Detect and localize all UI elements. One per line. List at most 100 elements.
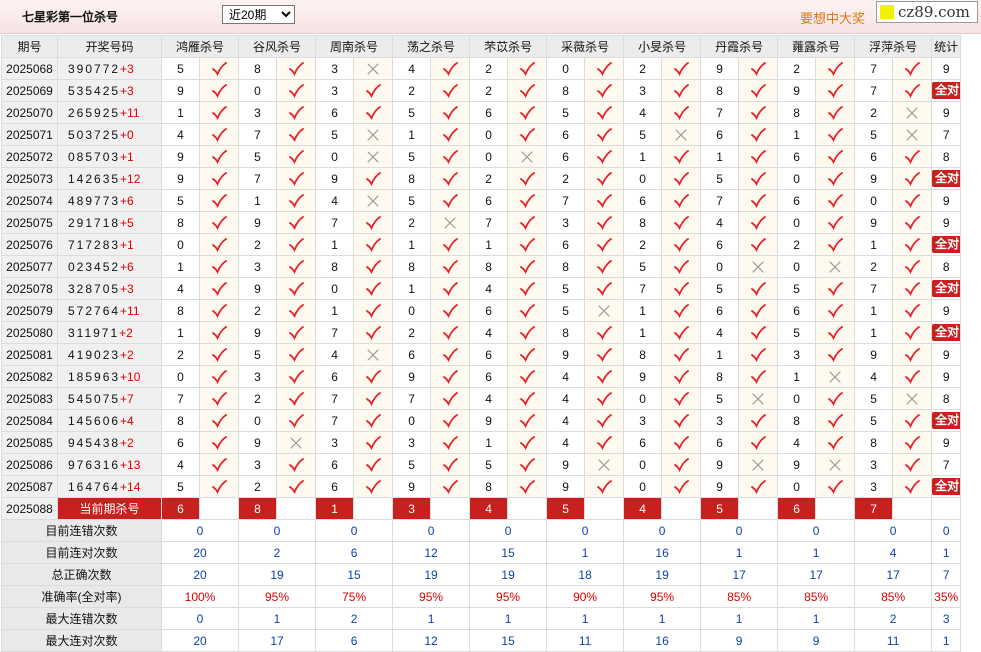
check-icon: [212, 281, 227, 296]
kill-value-cell: 8: [392, 167, 432, 190]
stat-value: 8: [942, 149, 950, 164]
summary-value: 19: [469, 563, 548, 586]
result-mark-cell: [738, 409, 779, 432]
result-mark-cell: [661, 365, 702, 388]
check-icon: [905, 171, 921, 186]
check-icon: [674, 237, 689, 252]
summary-value: 0: [700, 519, 779, 542]
kill-value-cell: 5: [546, 277, 586, 300]
kill-value-cell: 0: [777, 255, 817, 278]
stat-value: 9: [942, 61, 950, 76]
result-mark-cell: [198, 167, 240, 190]
result-mark-cell: [584, 387, 625, 410]
result-mark-cell: [198, 233, 240, 256]
header-expert: 浮萍杀号: [854, 35, 933, 58]
result-mark-cell: [661, 387, 702, 410]
kill-value-cell: 6: [623, 431, 663, 454]
kill-value-cell: 1: [161, 255, 200, 278]
check-icon: [212, 259, 227, 274]
check-icon: [751, 369, 767, 384]
kill-value-cell: 1: [392, 123, 432, 146]
kill-value-cell: 8: [469, 255, 509, 278]
kill-value-cell: 2: [777, 57, 817, 80]
check-icon: [751, 413, 767, 428]
check-icon: [520, 105, 535, 120]
kill-value-cell: 8: [623, 343, 663, 366]
result-mark-cell: [430, 211, 471, 234]
result-mark-cell: [892, 475, 933, 498]
summary-value: 0: [777, 519, 856, 542]
result-mark-cell: [430, 409, 471, 432]
result-mark-cell: [198, 123, 240, 146]
draw-sum: +4: [120, 413, 134, 428]
check-icon: [289, 171, 304, 186]
kill-value-cell: 6: [315, 101, 355, 124]
site-logo[interactable]: cz89.com: [876, 1, 978, 23]
check-icon: [751, 149, 767, 164]
check-icon: [520, 479, 535, 494]
kill-value-cell: 4: [777, 431, 817, 454]
result-mark-cell: [661, 321, 702, 344]
kill-value-cell: 9: [315, 167, 355, 190]
check-icon: [597, 391, 612, 406]
kill-value-cell: 7: [315, 387, 355, 410]
check-icon: [212, 369, 227, 384]
result-mark-cell: [430, 365, 471, 388]
draw-numbers-cell: 390772+3: [57, 57, 162, 80]
check-icon: [674, 369, 689, 384]
result-mark-cell: [507, 189, 548, 212]
table-row: 2025073 142635+12 9 7 9 8 2 2 0 5 0 9 全对: [1, 167, 962, 190]
check-icon: [905, 149, 921, 164]
check-icon: [443, 105, 458, 120]
kill-value-cell: 5: [854, 409, 894, 432]
issue-cell: 2025077: [1, 255, 58, 278]
issue-cell: 2025076: [1, 233, 58, 256]
draw-numbers: 085703: [68, 149, 121, 164]
current-kill-blank: [815, 497, 856, 520]
cross-icon: [367, 194, 379, 207]
result-mark-cell: [815, 475, 856, 498]
summary-value: 15: [469, 541, 548, 564]
cross-icon: [367, 150, 379, 163]
header-issue: 期号: [1, 35, 58, 58]
result-mark-cell: [276, 387, 317, 410]
check-icon: [828, 171, 844, 186]
page-title: 七星彩第一位杀号: [22, 10, 119, 24]
kill-value-cell: 8: [161, 211, 200, 234]
kill-value-cell: 4: [546, 387, 586, 410]
summary-value: 1: [700, 541, 779, 564]
draw-sum: +3: [120, 61, 134, 76]
result-mark-cell: [815, 123, 856, 146]
draw-numbers: 717283: [68, 237, 121, 252]
result-mark-cell: [584, 255, 625, 278]
cross-icon: [367, 62, 379, 75]
check-icon: [212, 171, 227, 186]
check-icon: [289, 259, 304, 274]
result-mark-cell: [353, 255, 394, 278]
result-mark-cell: [276, 299, 317, 322]
kill-value-cell: 7: [854, 79, 894, 102]
result-mark-cell: [507, 299, 548, 322]
kill-value-cell: 3: [238, 101, 278, 124]
check-icon: [289, 391, 304, 406]
result-mark-cell: [892, 57, 933, 80]
summary-value: 9: [777, 629, 856, 652]
check-icon: [366, 479, 381, 494]
kill-value-cell: 5: [700, 277, 740, 300]
draw-sum: +2: [119, 325, 133, 340]
summary-label: 目前连对次数: [1, 541, 162, 564]
result-mark-cell: [276, 101, 317, 124]
kill-value-cell: 7: [469, 211, 509, 234]
summary-value: 0: [392, 519, 471, 542]
summary-value: 0: [160, 519, 240, 542]
kill-value-cell: 2: [392, 79, 432, 102]
result-mark-cell: [661, 145, 702, 168]
header-expert: 小旻杀号: [623, 35, 702, 58]
kill-value-cell: 3: [623, 409, 663, 432]
draw-numbers-cell: 976316+13: [57, 453, 162, 476]
result-mark-cell: [276, 79, 317, 102]
check-icon: [289, 61, 304, 76]
kill-value-cell: 9: [161, 145, 200, 168]
period-select[interactable]: 近20期: [222, 5, 295, 24]
result-mark-cell: [430, 123, 471, 146]
